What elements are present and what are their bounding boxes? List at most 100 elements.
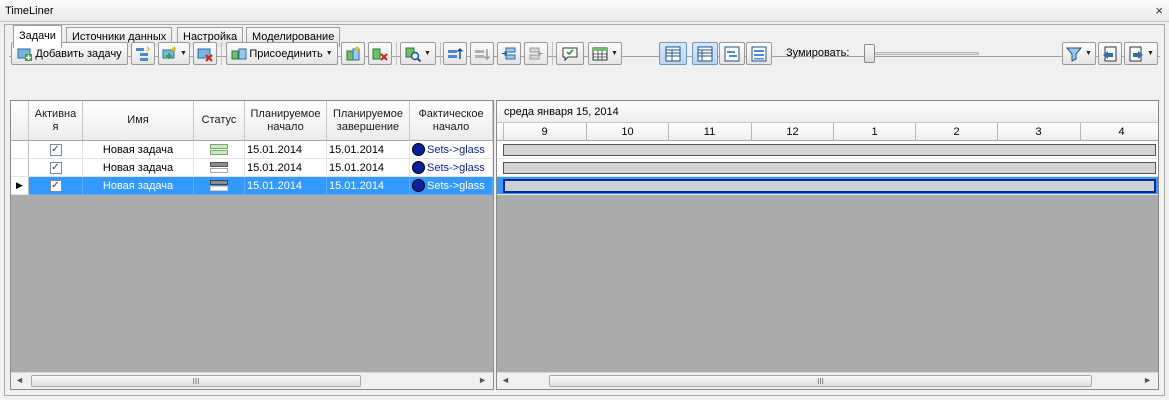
active-checkbox[interactable]: ✓: [49, 143, 62, 156]
grid-horizontal-scrollbar[interactable]: ◄ III ►: [11, 372, 493, 389]
column-header-name[interactable]: Имя: [83, 101, 194, 141]
column-header-actual-start[interactable]: Фактическое начало: [410, 101, 493, 141]
columns-icon: [592, 46, 608, 62]
planned-end-cell[interactable]: 15.01.2014: [327, 159, 410, 177]
hour-label: 10: [586, 123, 668, 141]
export-icon: [1128, 46, 1144, 62]
chevron-down-icon: ▼: [611, 50, 618, 57]
indent-button[interactable]: [497, 42, 521, 65]
column-header-planned-start[interactable]: Планируемое начало: [245, 101, 327, 141]
chevron-down-icon: ▼: [180, 50, 187, 57]
hour-label: 9: [503, 123, 585, 141]
attached-set-label: Sets->glass: [427, 161, 485, 174]
column-header-planned-end[interactable]: Планируемое завершение: [327, 101, 410, 141]
active-cell[interactable]: ✓: [29, 159, 83, 177]
scroll-right-icon[interactable]: ►: [1143, 375, 1152, 385]
scroll-thumb[interactable]: III: [31, 375, 361, 387]
row-header[interactable]: [11, 159, 29, 177]
delete-task-button[interactable]: [193, 42, 217, 65]
grid-view-icon: [697, 46, 713, 62]
gantt-row[interactable]: [497, 177, 1158, 195]
name-cell[interactable]: Новая задача: [83, 141, 194, 159]
attach-button[interactable]: Присоединить ▼: [226, 42, 338, 65]
toolbar-separator: [221, 42, 222, 65]
toolbar-separator: [552, 42, 553, 65]
gantt-task-bar[interactable]: [503, 162, 1156, 174]
name-cell[interactable]: Новая задача: [83, 159, 194, 177]
hour-label: 12: [751, 123, 833, 141]
add-comment-button[interactable]: [556, 42, 584, 65]
table-row[interactable]: ✓ Новая задача 15.01.2014 15.01.2014 Set…: [11, 159, 493, 177]
selection-set-icon: [412, 179, 425, 192]
attach-label: Присоединить: [249, 47, 323, 60]
active-checkbox[interactable]: ✓: [49, 161, 62, 174]
gantt-row[interactable]: [497, 141, 1158, 159]
auto-attach-button[interactable]: [341, 42, 365, 65]
scroll-left-icon[interactable]: ◄: [15, 375, 24, 385]
row-header[interactable]: [11, 141, 29, 159]
actual-start-cell[interactable]: Sets->glass: [410, 141, 493, 159]
table-row[interactable]: ✓ Новая задача 15.01.2014 15.01.2014 Set…: [11, 141, 493, 159]
gantt-task-bar[interactable]: [503, 144, 1156, 156]
scroll-right-icon[interactable]: ►: [478, 375, 487, 385]
gantt-row[interactable]: [497, 159, 1158, 177]
comment-icon: [562, 46, 578, 62]
active-checkbox[interactable]: ✓: [49, 179, 62, 192]
gantt-task-bar[interactable]: [503, 179, 1156, 193]
planned-end-cell[interactable]: 15.01.2014: [327, 141, 410, 159]
gantt-view-icon: [724, 46, 740, 62]
auto-add-tasks-button[interactable]: [131, 42, 155, 65]
detach-button[interactable]: [368, 42, 392, 65]
row-header-corner: [11, 101, 29, 141]
move-down-icon: [474, 46, 490, 62]
hour-label: 11: [668, 123, 750, 141]
scroll-thumb[interactable]: III: [549, 375, 1092, 387]
chevron-down-icon: ▼: [1147, 50, 1154, 57]
outdent-button[interactable]: [524, 42, 548, 65]
current-row-indicator-icon[interactable]: ▶: [11, 177, 29, 195]
planned-start-cell[interactable]: 15.01.2014: [245, 141, 327, 159]
zoom-label: Зумировать:: [786, 47, 850, 59]
active-cell[interactable]: ✓: [29, 141, 83, 159]
planned-start-cell[interactable]: 15.01.2014: [245, 177, 327, 195]
planned-end-cell[interactable]: 15.01.2014: [327, 177, 410, 195]
view-gantt-only-button[interactable]: [746, 42, 772, 65]
import-icon: [1102, 46, 1118, 62]
title-bar: TimeLiner ×: [0, 0, 1169, 22]
actual-start-cell[interactable]: Sets->glass: [410, 159, 493, 177]
zoom-slider-track[interactable]: [864, 52, 979, 55]
find-items-button[interactable]: ▼: [400, 42, 436, 65]
move-down-button[interactable]: [470, 42, 494, 65]
table-row[interactable]: ▶ ✓ Новая задача 15.01.2014 15.01.2014 S…: [11, 177, 493, 195]
gantt-hours-header: 9 10 11 12 1 2 3 4: [497, 123, 1158, 141]
import-button[interactable]: [1098, 42, 1122, 65]
add-tasks-dropdown-button[interactable]: ▼: [158, 42, 190, 65]
task-hierarchy-icon: [135, 46, 151, 62]
tab-tasks-label: Задачи: [19, 30, 56, 42]
actual-start-cell[interactable]: Sets->glass: [410, 177, 493, 195]
attached-set-label: Sets->glass: [427, 179, 485, 192]
view-grid-button[interactable]: [692, 42, 718, 65]
column-header-active[interactable]: Активна я: [29, 101, 83, 141]
name-cell[interactable]: Новая задача: [83, 177, 194, 195]
tab-tasks[interactable]: Задачи: [13, 25, 62, 48]
gantt-horizontal-scrollbar[interactable]: ◄ III ►: [497, 372, 1158, 389]
planned-start-cell[interactable]: 15.01.2014: [245, 159, 327, 177]
active-cell[interactable]: ✓: [29, 177, 83, 195]
hour-label: 2: [915, 123, 997, 141]
attached-set-label: Sets->glass: [427, 143, 485, 156]
close-icon[interactable]: ×: [1155, 3, 1163, 18]
zoom-slider-thumb[interactable]: [864, 44, 875, 63]
status-icon: [210, 161, 228, 174]
filter-button[interactable]: ▼: [1062, 42, 1096, 65]
view-gantt-button[interactable]: [719, 42, 745, 65]
scroll-grip-icon: III: [817, 376, 824, 386]
detach-icon: [372, 46, 388, 62]
view-grid-gantt-button[interactable]: [659, 42, 687, 65]
column-header-status[interactable]: Статус: [194, 101, 245, 141]
columns-button[interactable]: ▼: [588, 42, 622, 65]
move-up-button[interactable]: [443, 42, 467, 65]
scroll-left-icon[interactable]: ◄: [501, 375, 510, 385]
chevron-down-icon: ▼: [424, 50, 431, 57]
export-button[interactable]: ▼: [1124, 42, 1158, 65]
